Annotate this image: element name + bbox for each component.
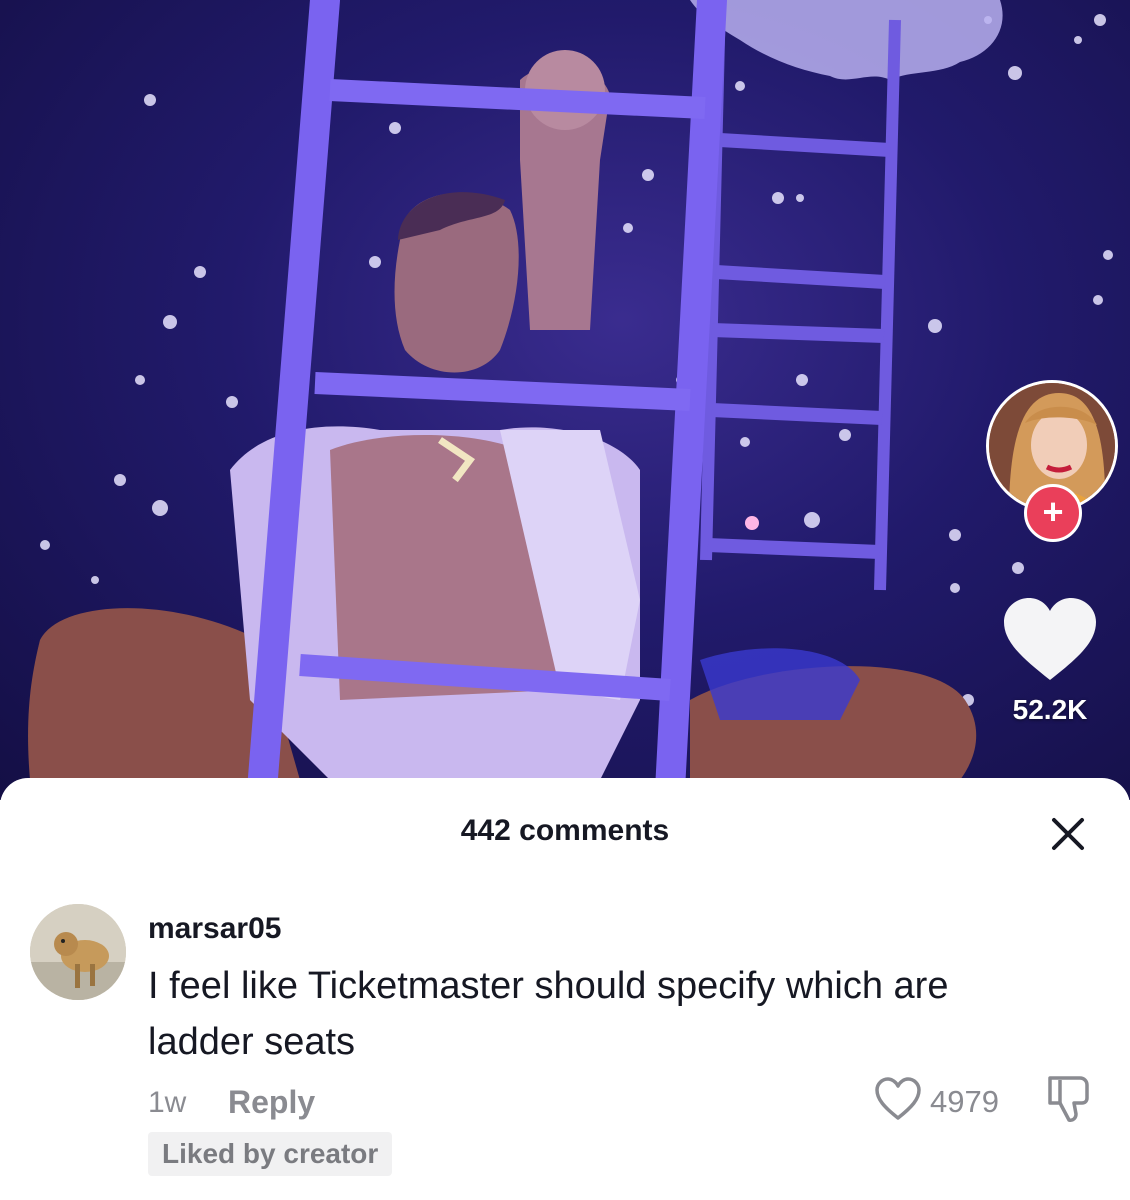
plus-icon: + [1042, 491, 1064, 532]
close-icon[interactable] [1042, 808, 1094, 860]
comment-text-line: ladder seats [148, 1021, 356, 1063]
comment-text: I feel like Ticketmaster should specify … [148, 958, 1068, 1070]
dislike-icon[interactable] [1044, 1074, 1092, 1124]
comment-username[interactable]: marsar05 [148, 912, 281, 946]
follow-button[interactable]: + [1024, 484, 1082, 542]
comment-timestamp: 1w [148, 1086, 187, 1119]
video-frame [28, 0, 1113, 800]
comment-like-count: 4979 [930, 1084, 999, 1119]
heart-icon[interactable] [1002, 596, 1098, 682]
comments-count-title: 442 comments [460, 814, 670, 847]
liked-by-creator-badge: Liked by creator [148, 1132, 393, 1176]
video-like-count: 52.2K [1012, 694, 1088, 725]
commenter-avatar[interactable] [30, 904, 126, 1000]
comments-sheet: 442 comments marsar05 I feel like Ticket… [0, 778, 1130, 1200]
video-player[interactable]: + 52.2K [0, 0, 1130, 800]
heart-outline-icon[interactable] [874, 1076, 922, 1122]
creator-profile[interactable]: + [986, 380, 1118, 542]
reply-button[interactable]: Reply [228, 1084, 315, 1121]
comment-text-line: I feel like Ticketmaster should specify … [148, 965, 949, 1007]
